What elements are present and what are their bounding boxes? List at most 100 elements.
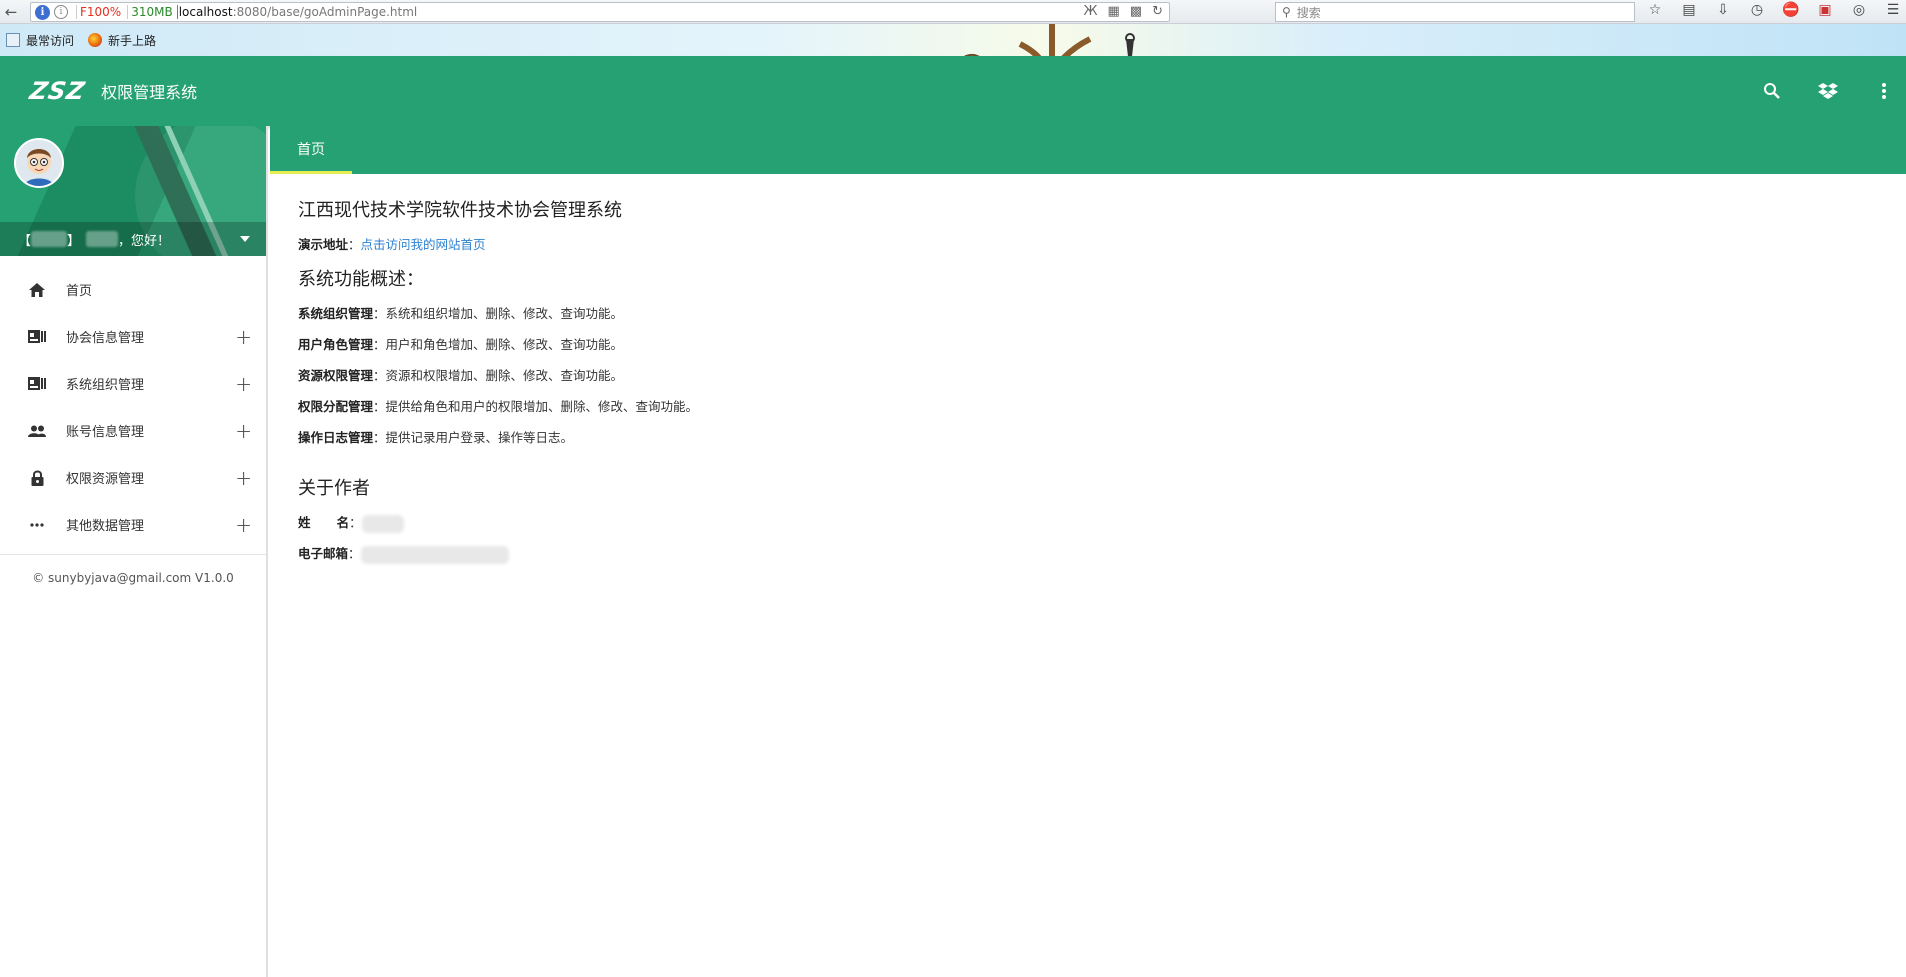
browser-search-field[interactable]: ⚲ 搜索 xyxy=(1275,2,1635,22)
redacted-author-name xyxy=(361,514,404,533)
bookmarks-bar: 最常访问 新手上路 xyxy=(0,24,1906,80)
sidebar-item-organization[interactable]: 系统组织管理 + xyxy=(0,360,266,407)
colon: ： xyxy=(348,237,361,252)
tab-home[interactable]: 首页 xyxy=(270,126,352,174)
sidebar-item-label: 其他数据管理 xyxy=(66,519,145,534)
firefox-icon xyxy=(88,33,103,47)
more-horiz-icon xyxy=(28,516,46,534)
name-label: 姓 名 xyxy=(298,515,350,530)
qr-code-icon[interactable]: ▩ xyxy=(1130,4,1142,19)
colon: ： xyxy=(373,337,386,352)
feature-desc: 系统和组织增加、删除、修改、查询功能。 xyxy=(385,306,624,321)
fingerprint-icon[interactable]: ◎ xyxy=(1849,2,1869,18)
user-menu[interactable]: 【 】 ，您好！ xyxy=(0,222,266,256)
caret-down-icon[interactable] xyxy=(240,236,250,242)
user-bracket-open: 【 xyxy=(18,233,32,249)
reload-icon[interactable]: ↻ xyxy=(1152,4,1163,19)
feature-line: 操作日志管理：提供记录用户登录、操作等日志。 xyxy=(298,427,1858,458)
page-info-icon[interactable]: i xyxy=(54,5,68,19)
sidebar-item-label: 系统组织管理 xyxy=(66,378,145,393)
expand-plus-icon[interactable]: + xyxy=(235,513,252,537)
app-logo[interactable]: ZSZ xyxy=(28,77,88,105)
sidebar-divider xyxy=(0,554,266,555)
sidebar-item-association[interactable]: 协会信息管理 + xyxy=(0,313,266,360)
extension-icon[interactable]: ▣ xyxy=(1815,2,1835,18)
url-path: :8080/base/goAdminPage.html xyxy=(232,5,418,19)
bookmark-most-visited[interactable]: 最常访问 xyxy=(6,32,74,49)
redacted-author-email xyxy=(360,545,509,564)
sidebar-item-label: 协会信息管理 xyxy=(66,331,145,346)
reading-list-icon[interactable]: ▤ xyxy=(1679,2,1699,18)
search-placeholder: 搜索 xyxy=(1296,5,1321,20)
url-host: localhost xyxy=(178,5,233,19)
sidebar-item-permissions[interactable]: 权限资源管理 + xyxy=(0,454,266,501)
id-card-icon xyxy=(28,328,46,346)
colon: ： xyxy=(348,546,361,561)
search-icon: ⚲ xyxy=(1282,5,1291,19)
feature-desc: 资源和权限增加、删除、修改、查询功能。 xyxy=(385,368,624,383)
spiral-icon[interactable]: Ж xyxy=(1083,4,1097,19)
profile-card: 【 】 ，您好！ xyxy=(0,126,266,256)
main-content: 江西现代技术学院软件技术协会管理系统 演示地址：点击访问我的网站首页 系统功能概… xyxy=(298,196,1858,574)
sidebar-item-other-data[interactable]: 其他数据管理 + xyxy=(0,501,266,548)
url-actions: Ж ▦ ▩ ↻ xyxy=(1083,4,1163,19)
feature-desc: 提供记录用户登录、操作等日志。 xyxy=(385,430,574,445)
page-title: 江西现代技术学院软件技术协会管理系统 xyxy=(298,200,622,221)
more-vert-icon[interactable] xyxy=(1874,81,1894,101)
author-title: 关于作者 xyxy=(298,478,370,499)
app-header: ZSZ 权限管理系统 xyxy=(0,56,1906,126)
dropbox-icon[interactable] xyxy=(1818,81,1838,101)
bookmark-star-icon[interactable]: ☆ xyxy=(1645,2,1665,18)
expand-plus-icon[interactable]: + xyxy=(235,325,252,349)
expand-plus-icon[interactable]: + xyxy=(235,419,252,443)
bookmark-getting-started[interactable]: 新手上路 xyxy=(88,32,156,49)
sidebar-item-accounts[interactable]: 账号信息管理 + xyxy=(0,407,266,454)
feature-line: 系统组织管理：系统和组织增加、删除、修改、查询功能。 xyxy=(298,303,1858,334)
author-name-line: 姓 名： xyxy=(298,512,1858,543)
history-icon[interactable]: ◷ xyxy=(1747,2,1767,18)
bookmark-label: 新手上路 xyxy=(108,33,157,48)
tab-bar: 首页 xyxy=(270,126,1906,174)
zoom-indicator: F100% xyxy=(76,5,121,19)
email-label: 电子邮箱 xyxy=(298,546,349,561)
browser-toolbar-icons: ☆ ▤ ⇩ ◷ ⛔ ▣ ◎ ☰ xyxy=(1645,2,1903,18)
feature-line: 资源权限管理：资源和权限增加、删除、修改、查询功能。 xyxy=(298,365,1858,396)
memory-indicator: 310MB xyxy=(127,5,173,19)
feature-name: 资源权限管理 xyxy=(298,368,374,383)
url-text[interactable]: localhost:8080/base/goAdminPage.html xyxy=(176,5,418,19)
colon: ： xyxy=(373,399,386,414)
back-arrow-icon[interactable]: ← xyxy=(0,3,22,21)
hamburger-menu-icon[interactable]: ☰ xyxy=(1883,2,1903,18)
url-bar[interactable]: i i F100% 310MB localhost:8080/base/goAd… xyxy=(30,2,1170,22)
site-info-icon[interactable]: i xyxy=(35,4,50,20)
download-icon[interactable]: ⇩ xyxy=(1713,2,1733,18)
sidebar-item-label: 首页 xyxy=(66,284,93,299)
grid-icon[interactable]: ▦ xyxy=(1108,4,1120,19)
people-icon xyxy=(28,422,46,440)
greeting-text: ，您好！ xyxy=(118,233,171,249)
avatar[interactable] xyxy=(14,138,64,188)
redacted-username xyxy=(31,231,68,247)
feature-name: 操作日志管理 xyxy=(298,430,374,445)
home-icon xyxy=(28,281,46,299)
expand-plus-icon[interactable]: + xyxy=(235,466,252,490)
expand-plus-icon[interactable]: + xyxy=(235,372,252,396)
feature-name: 系统组织管理 xyxy=(298,306,374,321)
colon: ： xyxy=(373,306,386,321)
feature-name: 权限分配管理 xyxy=(298,399,374,414)
search-icon[interactable] xyxy=(1762,81,1782,101)
feature-name: 用户角色管理 xyxy=(298,337,374,352)
header-actions xyxy=(1762,56,1894,126)
bookmark-label: 最常访问 xyxy=(26,33,75,48)
browser-toolbar: ← i i F100% 310MB localhost:8080/base/go… xyxy=(0,0,1906,24)
demo-link[interactable]: 点击访问我的网站首页 xyxy=(361,237,486,252)
user-bracket-close: 】 xyxy=(67,233,81,249)
page-icon xyxy=(6,33,20,47)
app-title: 权限管理系统 xyxy=(101,83,198,102)
sidebar-item-label: 账号信息管理 xyxy=(66,425,145,440)
colon: ： xyxy=(373,368,386,383)
ublock-icon[interactable]: ⛔ xyxy=(1781,2,1801,18)
sidebar-item-home[interactable]: 首页 xyxy=(0,266,266,313)
lock-icon xyxy=(28,469,46,487)
sidebar: 【 】 ，您好！ 首页 协会信息管理 + 系统组织管理 + 账号信息管理 + 权… xyxy=(0,126,268,977)
